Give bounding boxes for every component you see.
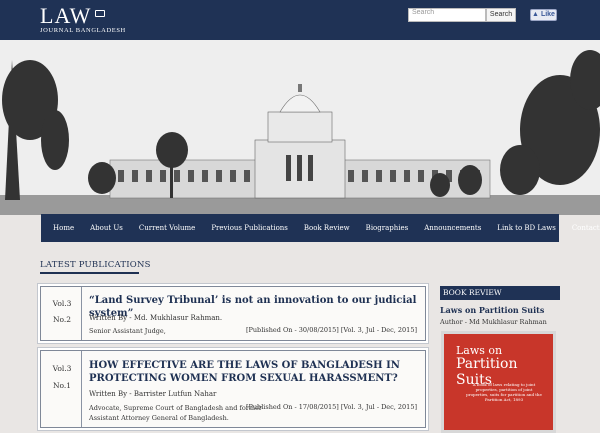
book-title-link[interactable]: Laws on Partition Suits xyxy=(440,305,544,315)
author-role: Senior Assistant Judge, xyxy=(89,327,166,335)
site-logo[interactable]: LAW JOURNAL BANGLADESH xyxy=(40,3,126,35)
nav-contact[interactable]: Contact xyxy=(564,224,600,232)
like-label: Like xyxy=(540,11,555,18)
book-review-heading: BOOK REVIEW xyxy=(440,286,560,300)
nav-home[interactable]: Home xyxy=(45,224,82,232)
nav-book-review[interactable]: Book Review xyxy=(296,224,358,232)
nav-link-to-bd-laws[interactable]: Link to BD Laws xyxy=(489,224,564,232)
publication-author: Written By - Barrister Lutfun Nahar xyxy=(89,390,217,398)
publication-author: Written By - Md. Mukhlasur Rahman. xyxy=(89,314,223,322)
nav-previous-publications[interactable]: Previous Publications xyxy=(203,224,296,232)
number-label: No.1 xyxy=(52,381,72,390)
facebook-like-button[interactable]: ▲ Like xyxy=(530,9,557,21)
nav-about-us[interactable]: About Us xyxy=(82,224,131,232)
card-divider xyxy=(81,287,82,340)
publication-title[interactable]: HOW EFFECTIVE ARE THE LAWS OF BANGLADESH… xyxy=(89,359,409,385)
publication-card[interactable]: Vol.3 No.2 “Land Survey Tribunal’ is not… xyxy=(40,286,426,341)
search-button[interactable]: Search xyxy=(486,8,516,22)
book-cover-image[interactable]: Laws on Partition Suits A book of laws r… xyxy=(441,331,556,433)
nav-current-volume[interactable]: Current Volume xyxy=(131,224,203,232)
book-icon xyxy=(95,10,105,17)
card-divider xyxy=(81,351,82,427)
number-label: No.2 xyxy=(52,315,72,324)
thumbs-up-icon: ▲ xyxy=(532,11,539,18)
top-bar: LAW JOURNAL BANGLADESH Search Search ▲ L… xyxy=(0,0,600,40)
logo-main-text: LAW xyxy=(40,3,92,28)
nav-announcements[interactable]: Announcements xyxy=(416,224,489,232)
heading-underline xyxy=(40,272,139,274)
publication-meta: [Published On - 17/08/2015] [Vol. 3, Jul… xyxy=(245,403,417,411)
court-building-illustration xyxy=(0,40,600,215)
search-input[interactable]: Search xyxy=(408,8,486,22)
publication-meta: [Published On - 30/08/2015] [Vol. 3, Jul… xyxy=(245,326,417,334)
book-author: Author - Md Mukhlasur Rahman xyxy=(440,318,547,326)
volume-label: Vol.3 xyxy=(52,364,72,373)
nav-biographies[interactable]: Biographies xyxy=(358,224,417,232)
publication-card[interactable]: Vol.3 No.1 HOW EFFECTIVE ARE THE LAWS OF… xyxy=(40,350,426,428)
cover-description: A book of laws relating to joint propert… xyxy=(466,382,542,402)
latest-publications-heading: LATEST PUBLICATIONS xyxy=(40,260,151,270)
main-nav: Home About Us Current Volume Previous Pu… xyxy=(41,214,600,242)
logo-sub-text: JOURNAL BANGLADESH xyxy=(40,27,126,34)
hero-image xyxy=(0,40,600,215)
